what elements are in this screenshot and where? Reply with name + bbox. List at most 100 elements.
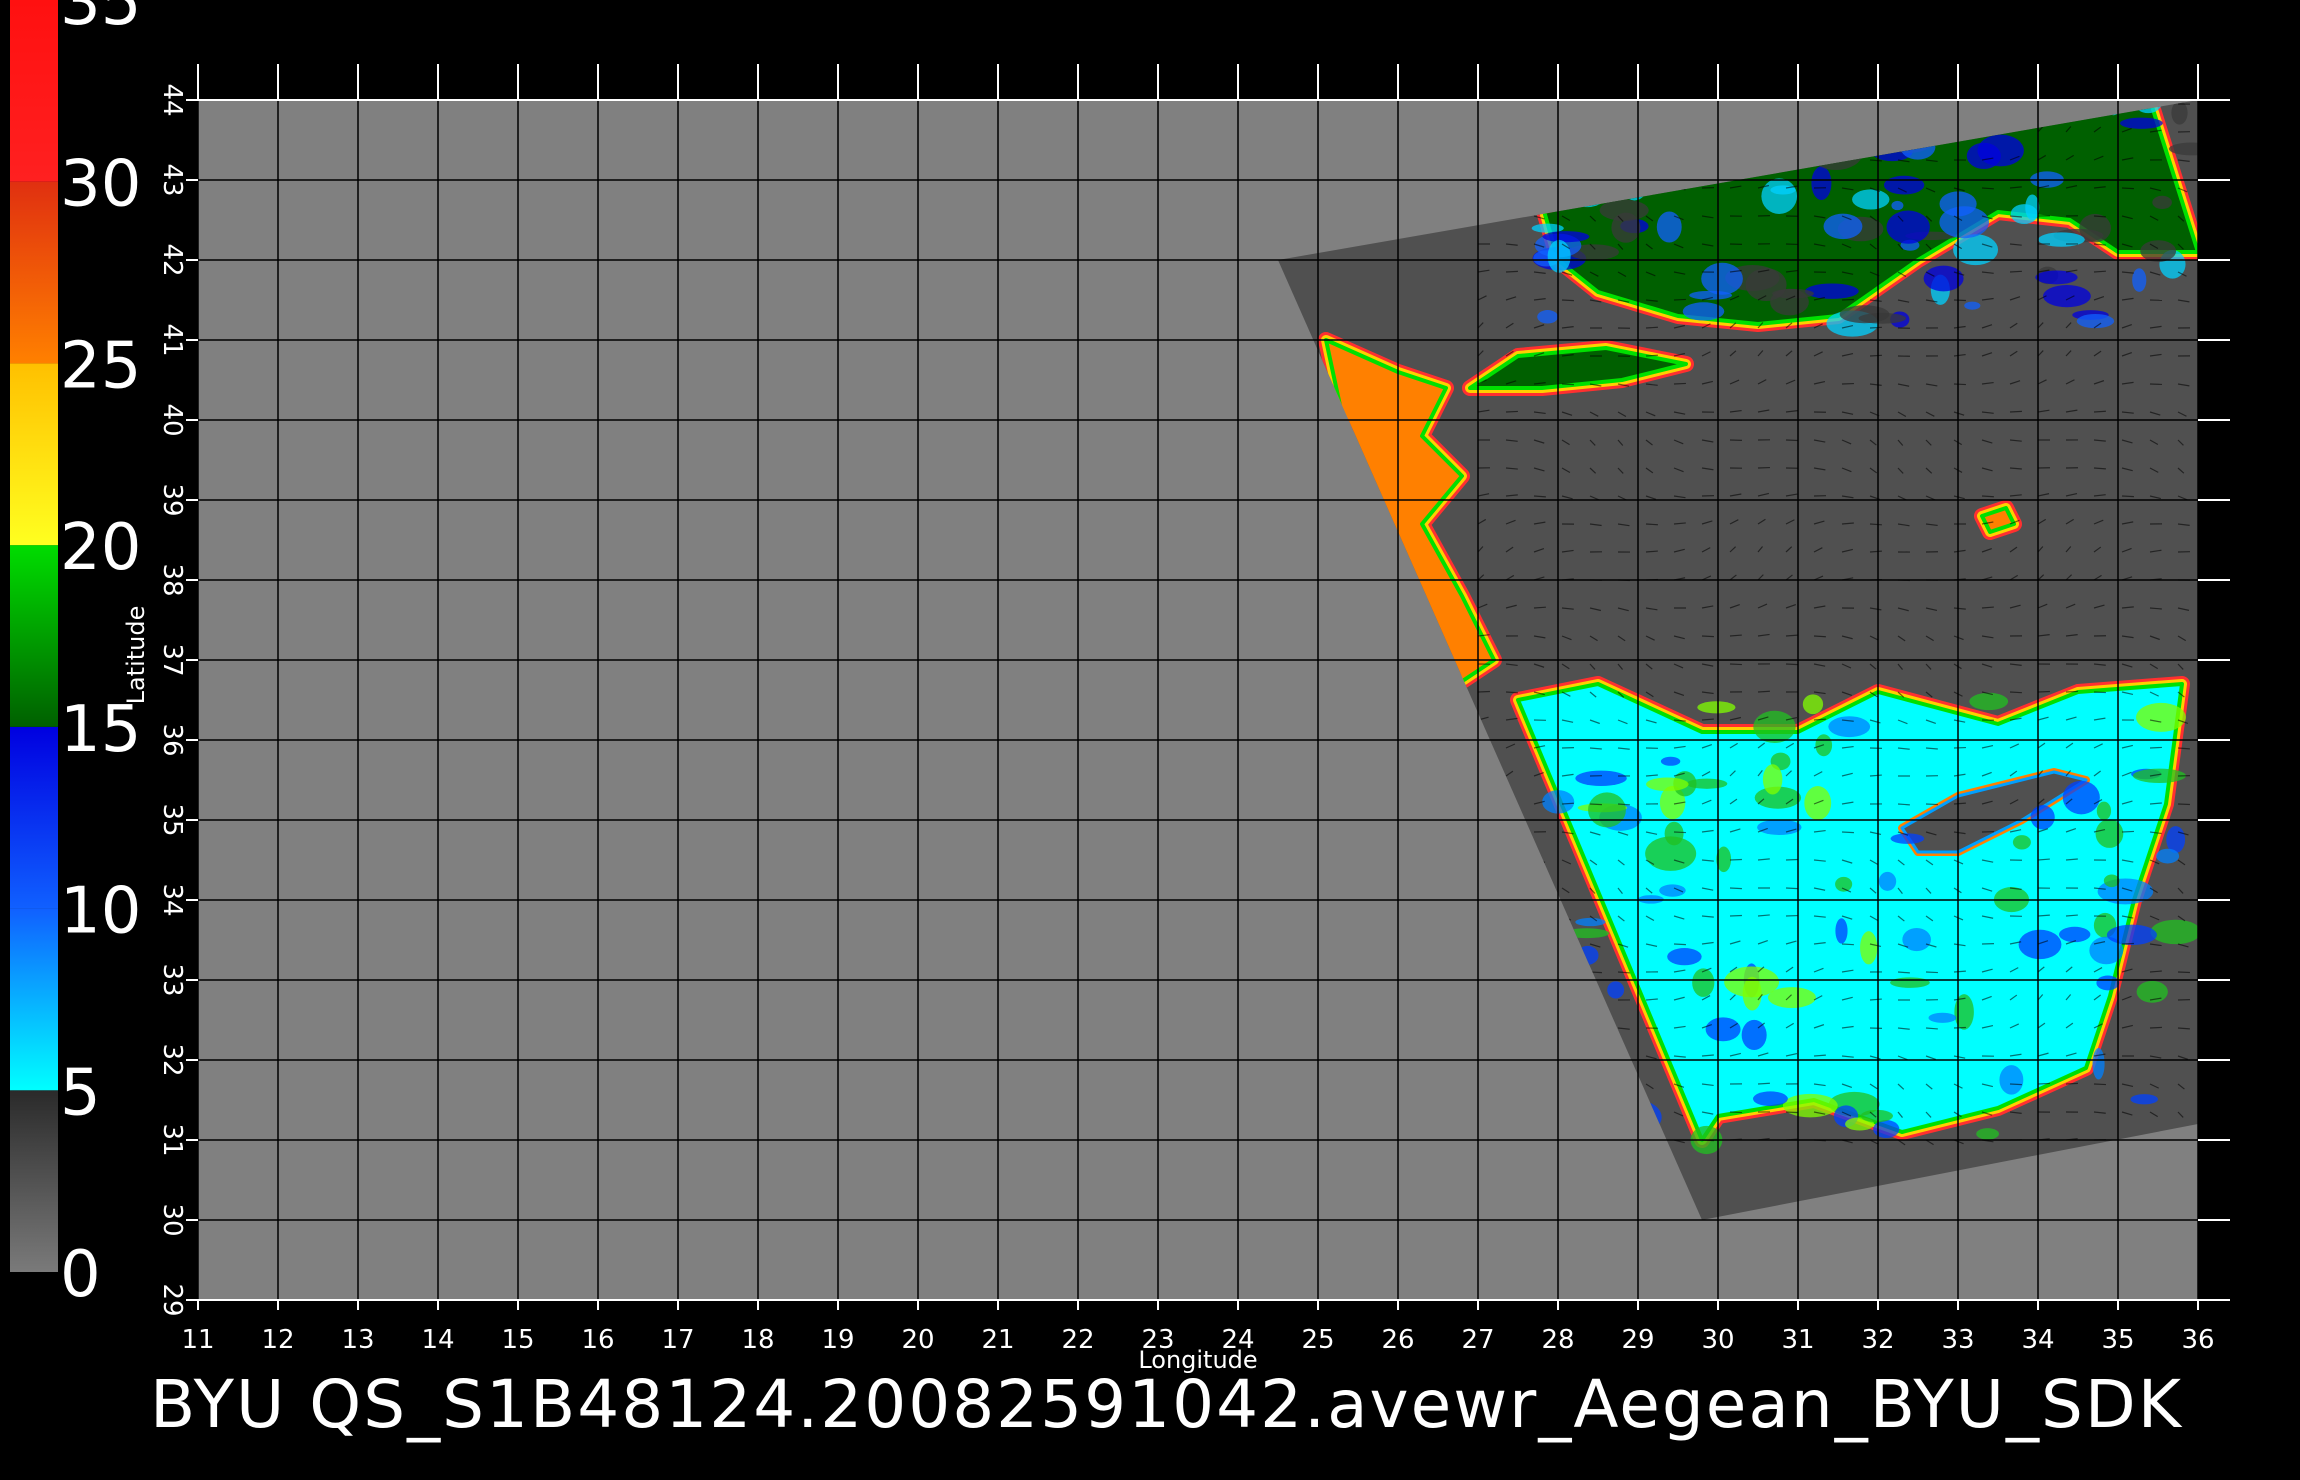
wind-vector	[2121, 942, 2134, 945]
texture-patch	[2062, 780, 2100, 815]
texture-patch	[2043, 284, 2091, 308]
texture-patch	[1588, 792, 1626, 828]
texture-patch	[2018, 929, 2062, 960]
wind-vector	[1589, 803, 1602, 806]
colorbar-segment	[10, 363, 58, 546]
texture-patch	[2096, 975, 2120, 991]
wind-vector	[1533, 606, 1546, 609]
texture-patch	[1966, 142, 2001, 169]
wind-vector	[1645, 326, 1658, 329]
texture-patch	[1767, 987, 1816, 1008]
texture-patch	[2132, 768, 2186, 783]
wind-vector	[1757, 690, 1770, 693]
texture-patch	[1705, 1017, 1741, 1042]
x-tick-label: 19	[821, 1325, 854, 1355]
wind-vector	[1953, 299, 1966, 302]
x-tick-label: 14	[421, 1325, 454, 1355]
texture-patch	[2152, 195, 2172, 210]
texture-patch	[1656, 211, 1682, 243]
wind-vector	[1505, 691, 1518, 694]
wind-vector	[1981, 495, 1994, 498]
texture-patch	[1835, 918, 1848, 944]
texture-patch	[1805, 283, 1859, 299]
texture-patch	[1575, 917, 1606, 927]
texture-patch	[2076, 314, 2115, 329]
texture-patch	[1542, 231, 1590, 243]
texture-patch	[2150, 919, 2198, 945]
texture-patch	[1873, 1120, 1900, 1139]
x-tick-label: 17	[661, 1325, 694, 1355]
texture-patch	[1697, 701, 1736, 714]
texture-patch	[1886, 210, 1930, 244]
y-tick-label: 43	[157, 163, 187, 196]
x-tick-label: 36	[2181, 1325, 2214, 1355]
texture-patch	[1969, 692, 2009, 711]
wind-vector	[1729, 887, 1742, 890]
x-tick-label: 25	[1301, 1325, 1334, 1355]
wind-vector	[2093, 691, 2106, 694]
wind-vector	[2121, 187, 2134, 190]
wind-vector	[1505, 410, 1518, 413]
x-tick-label: 34	[2021, 1325, 2054, 1355]
texture-patch	[2136, 702, 2186, 732]
colorbar-segment	[10, 726, 58, 909]
texture-patch	[2130, 1094, 2158, 1105]
y-tick-label: 38	[157, 563, 187, 596]
texture-patch	[1860, 931, 1878, 965]
x-tick-label: 11	[181, 1325, 214, 1355]
texture-patch	[1547, 239, 1571, 273]
colorbar-tick-label: 0	[60, 1238, 101, 1312]
x-tick-label: 20	[901, 1325, 934, 1355]
wind-vector	[2121, 495, 2134, 498]
chart-canvas: 05101520253035 11 12 13 14 15 16 17 18 19 20 21 22 2…	[10, 0, 2230, 1374]
colorbar-tick-label: 20	[60, 511, 141, 585]
texture-patch	[2168, 142, 2198, 156]
colorbar-tick-label: 25	[60, 329, 141, 403]
texture-patch	[1757, 819, 1802, 835]
colorbar-segment	[10, 545, 58, 727]
colorbar-tick-label: 5	[60, 1056, 101, 1130]
wind-vector	[1505, 270, 1518, 273]
texture-patch	[2106, 924, 2157, 946]
wind-vector	[1673, 831, 1686, 834]
wind-vector	[2149, 1026, 2162, 1029]
texture-patch	[2103, 874, 2120, 888]
wind-vector	[1729, 663, 1742, 666]
texture-patch	[2120, 117, 2163, 129]
y-tick-label: 44	[157, 83, 187, 116]
x-tick-label: 32	[1861, 1325, 1894, 1355]
wind-vector	[1869, 354, 1882, 357]
texture-patch	[1976, 1128, 1999, 1140]
wind-vector	[2009, 270, 2022, 273]
wind-vector	[1869, 523, 1882, 526]
texture-patch	[2132, 268, 2147, 292]
y-axis: 29 30 31 32 33 34 35 36 37 38 39 40 41 42 43 44	[157, 83, 187, 1316]
wind-vector	[1757, 1082, 1770, 1085]
x-tick-label: 13	[341, 1325, 374, 1355]
texture-patch	[2035, 270, 2078, 285]
wind-vector	[1841, 943, 1854, 946]
wind-vector	[2037, 1082, 2050, 1085]
y-tick-label: 37	[157, 643, 187, 676]
y-tick-label: 35	[157, 803, 187, 836]
wind-vector	[1673, 298, 1686, 301]
texture-patch	[1782, 1093, 1838, 1118]
wind-vector	[1617, 803, 1630, 806]
x-tick-label: 22	[1061, 1325, 1094, 1355]
texture-patch	[1660, 756, 1681, 766]
colorbar-tick-label: 10	[60, 875, 141, 949]
texture-patch	[2059, 926, 2091, 943]
colorbar-segment	[10, 0, 58, 182]
colorbar-segment	[10, 908, 58, 1091]
colorbar-segment	[10, 1090, 58, 1272]
texture-patch	[2092, 1047, 2105, 1080]
texture-patch	[1762, 764, 1783, 795]
x-tick-label: 26	[1381, 1325, 1414, 1355]
y-axis-label: Latitude	[122, 606, 150, 705]
texture-patch	[1823, 213, 1863, 240]
texture-patch	[1599, 199, 1649, 221]
wind-vector	[1645, 523, 1658, 526]
texture-patch	[1835, 876, 1853, 892]
wind-vector	[2009, 691, 2022, 694]
x-tick-label: 28	[1541, 1325, 1574, 1355]
